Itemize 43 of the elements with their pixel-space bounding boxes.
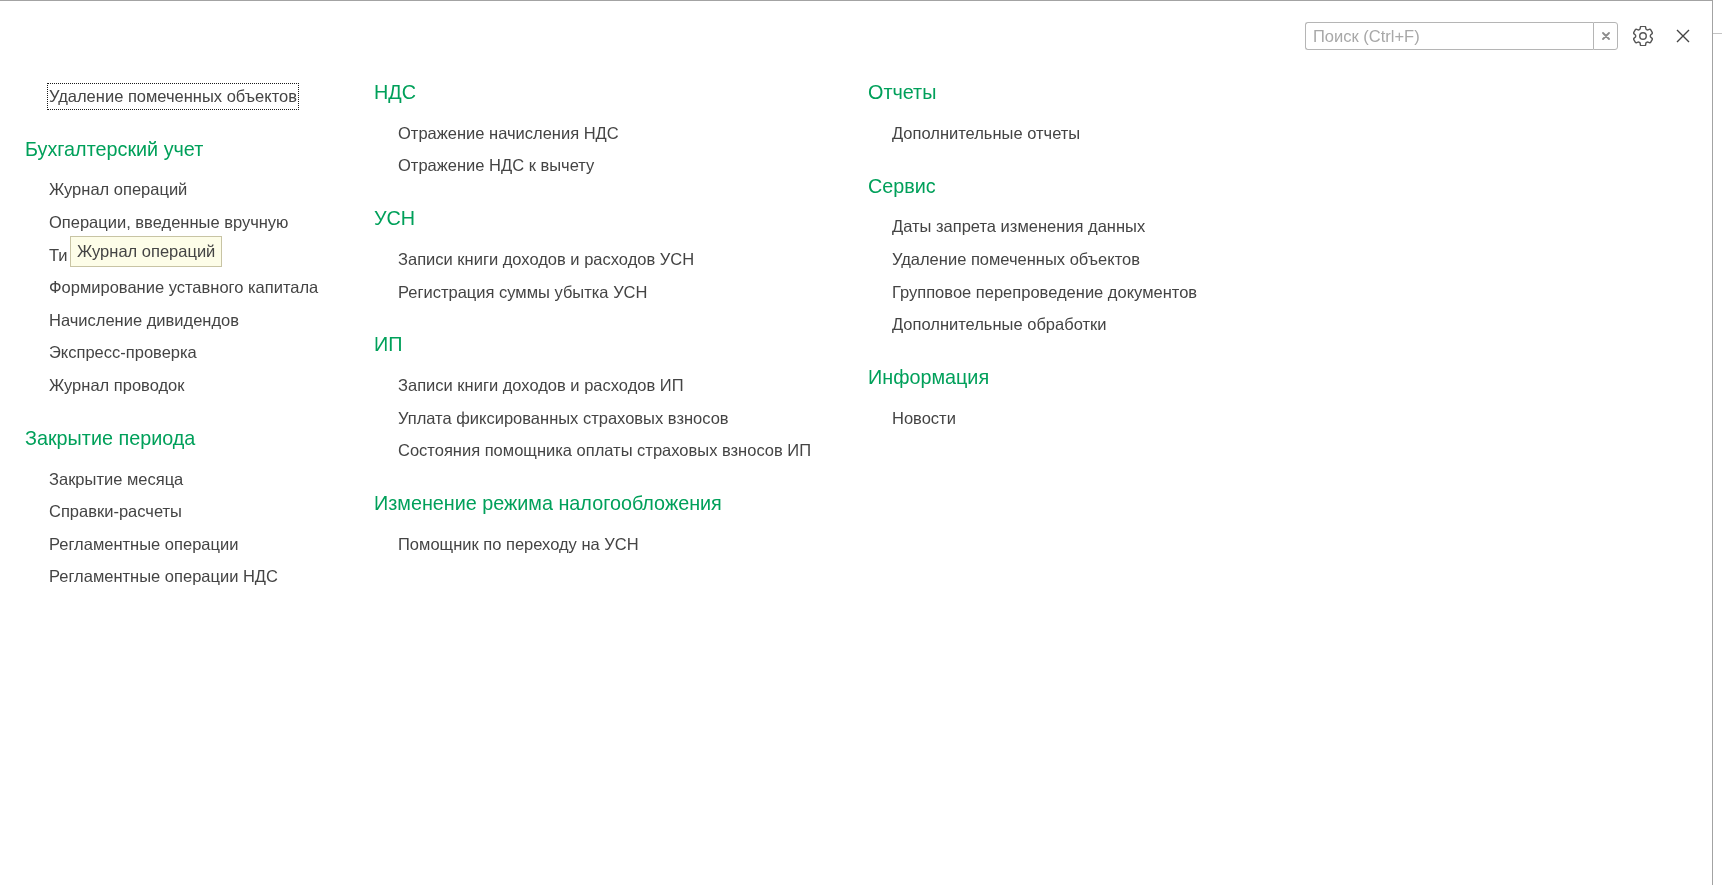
menu-link[interactable]: Закрытие месяца xyxy=(47,465,186,493)
section-heading: Информация xyxy=(868,364,990,389)
section-heading: ИП xyxy=(374,332,403,357)
menu-link[interactable]: Дополнительные обработки xyxy=(890,311,1109,339)
section-heading: Закрытие периода xyxy=(25,425,196,450)
menu-link[interactable]: Даты запрета изменения данных xyxy=(890,213,1148,241)
section-heading: Сервис xyxy=(868,173,936,198)
menu-link[interactable]: Отражение НДС к вычету xyxy=(396,152,597,180)
menu-link[interactable]: Журнал проводок xyxy=(47,371,187,399)
settings-icon xyxy=(1633,26,1653,46)
menu-link[interactable]: Дополнительные отчеты xyxy=(890,119,1083,147)
menu-link[interactable]: Регламентные операции xyxy=(47,530,241,558)
menu-link[interactable]: Состояния помощника оплаты страховых взносов ИП xyxy=(396,437,814,465)
menu-link[interactable]: Записи книги доходов и расходов УСН xyxy=(396,246,697,273)
menu-link[interactable]: Регламентные операции НДС xyxy=(47,563,280,591)
menu-link[interactable]: Записи книги доходов и расходов ИП xyxy=(396,372,686,400)
clear-icon xyxy=(1601,32,1610,40)
menu-link[interactable]: Формирование уставного капитала xyxy=(47,274,321,302)
search-field[interactable]: Поиск (Ctrl+F) xyxy=(1305,22,1593,50)
tooltip: Журнал операций xyxy=(70,236,223,267)
menu-link[interactable]: Уплата фиксированных страховых взносов xyxy=(396,404,731,432)
menu-link[interactable]: Начисление дивидендов xyxy=(47,306,241,334)
section-heading: Изменение режима налогообложения xyxy=(374,491,722,516)
menu-link[interactable]: Регистрация суммы убытка УСН xyxy=(396,278,650,306)
section-heading: Отчеты xyxy=(868,80,937,104)
clear-button[interactable] xyxy=(1593,22,1618,50)
menu-link[interactable]: Справки-расчеты xyxy=(47,498,184,526)
menu-link[interactable]: Удаление помеченных объектов xyxy=(890,246,1142,273)
menu-link[interactable]: Отражение начисления НДС xyxy=(396,119,621,147)
menu-link[interactable]: Помощник по переходу на УСН xyxy=(396,530,641,558)
menu-link[interactable]: Операции, введенные вручную xyxy=(47,209,291,236)
menu-link[interactable]: Групповое перепроведение документов xyxy=(890,278,1200,306)
section-heading: Бухгалтерский учет xyxy=(25,136,204,161)
menu-link[interactable]: Экспресс-проверка xyxy=(47,339,199,367)
menu-link[interactable]: Удаление помеченных объектов xyxy=(47,82,299,110)
menu-link[interactable]: Ти xyxy=(47,241,70,269)
section-heading: УСН xyxy=(374,206,416,231)
close-icon xyxy=(1676,29,1690,43)
settings-button[interactable] xyxy=(1631,24,1655,48)
section-heading: НДС xyxy=(374,80,416,104)
menu-link[interactable]: Журнал операций xyxy=(47,176,190,204)
close-button[interactable] xyxy=(1674,27,1692,45)
menu-link[interactable]: Новости xyxy=(890,404,958,432)
